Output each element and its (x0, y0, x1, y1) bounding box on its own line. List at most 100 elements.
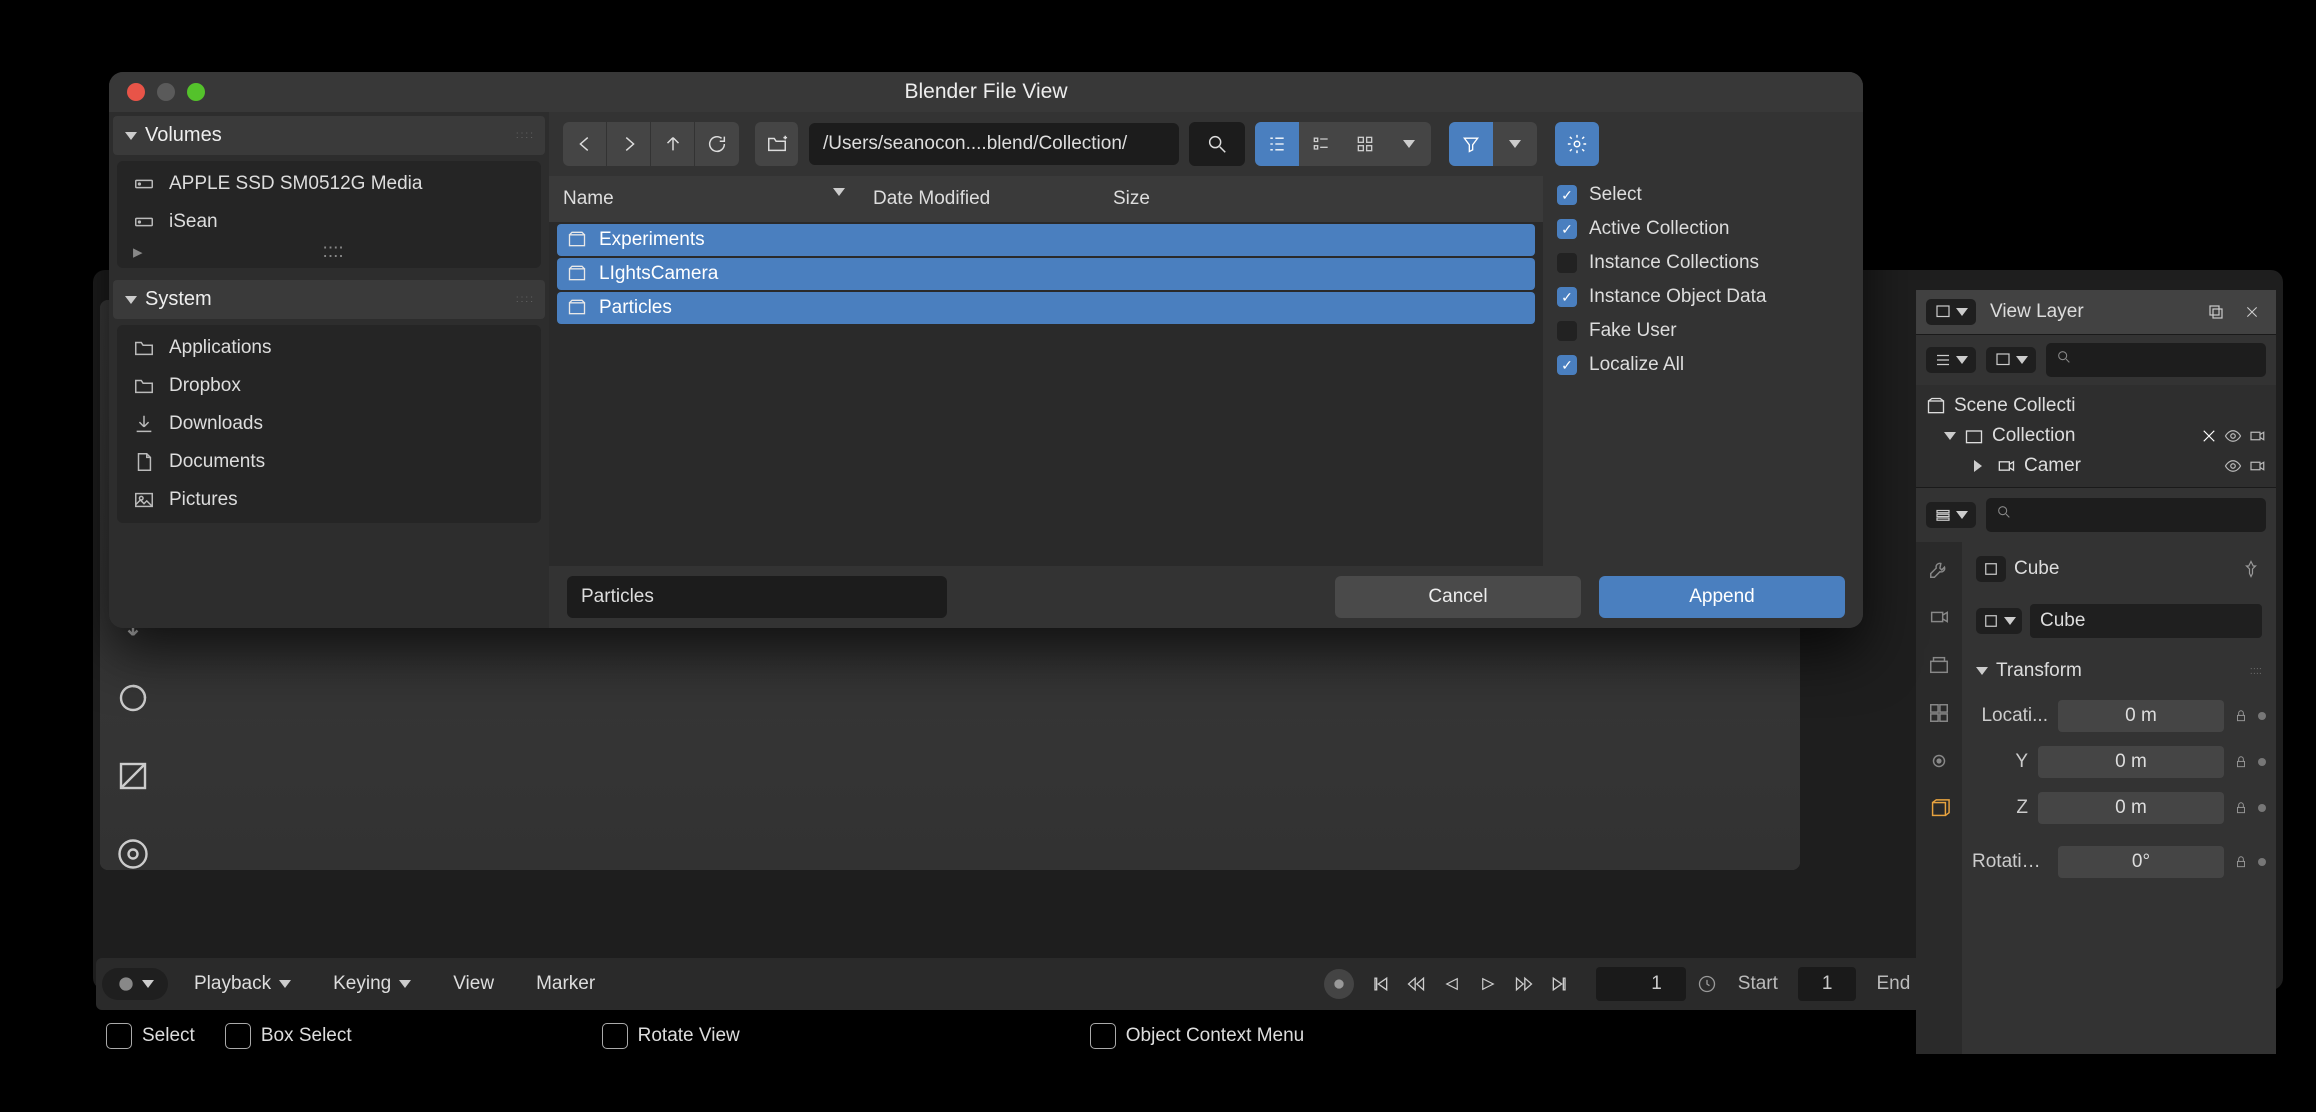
location-y-field[interactable]: 0 m (2038, 746, 2224, 778)
volumes-header[interactable]: Volumes:::: (113, 116, 545, 155)
checkbox-instance-collections[interactable]: Instance Collections (1557, 252, 1849, 274)
properties-header (1916, 487, 2276, 542)
view-options-dropdown-icon[interactable] (1387, 122, 1431, 166)
y-label: Y (1972, 751, 2032, 773)
titlebar[interactable]: Blender File View (109, 72, 1863, 112)
window-title: Blender File View (109, 80, 1863, 104)
current-frame-field[interactable]: 1 (1596, 967, 1686, 1001)
document-icon (131, 449, 157, 475)
pin-icon[interactable] (2240, 558, 2262, 580)
collection-row[interactable]: Collection (1920, 421, 2272, 451)
cancel-button[interactable]: Cancel (1335, 576, 1581, 618)
jump-start-icon[interactable] (1364, 968, 1396, 1000)
filter-icon[interactable] (1449, 122, 1493, 166)
system-header[interactable]: System:::: (113, 280, 545, 319)
auto-keying-toggle[interactable] (1324, 969, 1354, 999)
new-folder-icon[interactable] (755, 122, 799, 166)
clock-icon[interactable] (1696, 973, 1718, 995)
sidebar-system-item[interactable]: Applications (121, 329, 537, 367)
checkbox-select[interactable]: ✓Select (1557, 184, 1849, 206)
append-button[interactable]: Append (1599, 576, 1845, 618)
remove-view-layer-icon[interactable] (2238, 298, 2266, 326)
transform-tool-icon[interactable] (103, 824, 163, 884)
column-name-header[interactable]: Name (549, 182, 859, 216)
tab-world-icon[interactable] (1922, 744, 1956, 778)
sidebar-volume-item[interactable]: iSean (121, 203, 537, 241)
sidebar-system-item[interactable]: Documents (121, 443, 537, 481)
file-row[interactable]: Particles (557, 292, 1535, 324)
outliner-search-input[interactable] (2046, 343, 2266, 377)
rotate-tool-icon[interactable] (103, 668, 163, 728)
end-label: End (1866, 973, 1920, 995)
filename-input[interactable]: Particles (567, 576, 947, 618)
outliner-mode-dropdown[interactable] (1926, 299, 1976, 325)
settings-gear-icon[interactable] (1555, 122, 1599, 166)
lock-icon[interactable] (2230, 705, 2252, 727)
datablock-icon[interactable] (1976, 556, 2006, 582)
view-list-icon[interactable] (1255, 122, 1299, 166)
sidebar-system-item[interactable]: Dropbox (121, 367, 537, 405)
checkbox-fake-user[interactable]: Fake User (1557, 320, 1849, 342)
folder-icon (131, 335, 157, 361)
keyframe-next-icon[interactable] (1508, 968, 1540, 1000)
column-date-header[interactable]: Date Modified (859, 182, 1099, 216)
properties-panel: Cube Cube Transform:::: Locati...0 m Y0 … (1962, 542, 2276, 1054)
status-rotate: Rotate View (602, 1023, 740, 1049)
jump-end-icon[interactable] (1544, 968, 1576, 1000)
sidebar-volume-item[interactable]: APPLE SSD SM0512G Media (121, 165, 537, 203)
filter-dropdown-icon[interactable] (1493, 122, 1537, 166)
view-detail-icon[interactable] (1299, 122, 1343, 166)
status-box-select: Box Select (225, 1023, 352, 1049)
lock-icon[interactable] (2230, 851, 2252, 873)
sidebar-system-item[interactable]: Pictures (121, 481, 537, 519)
lock-icon[interactable] (2230, 751, 2252, 773)
checkbox-localize-all[interactable]: ✓Localize All (1557, 354, 1849, 376)
camera-row[interactable]: Camer (1920, 451, 2272, 481)
sidebar-system-item[interactable]: Downloads (121, 405, 537, 443)
transport-controls (1364, 968, 1576, 1000)
object-name-field[interactable]: Cube (2030, 604, 2262, 638)
file-row[interactable]: LIghtsCamera (557, 258, 1535, 290)
outliner-display-dropdown[interactable] (1926, 347, 1976, 373)
object-type-dropdown[interactable] (1976, 608, 2022, 634)
new-view-layer-icon[interactable] (2202, 298, 2230, 326)
properties-search-input[interactable] (1986, 498, 2266, 532)
location-z-field[interactable]: 0 m (2038, 792, 2224, 824)
transform-panel-header[interactable]: Transform:::: (1972, 654, 2266, 688)
properties-mode-dropdown[interactable] (1926, 502, 1976, 528)
play-reverse-icon[interactable] (1436, 968, 1468, 1000)
tab-output-icon[interactable] (1922, 648, 1956, 682)
scale-tool-icon[interactable] (103, 746, 163, 806)
column-size-header[interactable]: Size (1099, 182, 1229, 216)
checkbox-active-collection[interactable]: ✓Active Collection (1557, 218, 1849, 240)
tab-tool-icon[interactable] (1922, 552, 1956, 586)
nav-up-icon[interactable] (651, 122, 695, 166)
timeline-mode-dropdown[interactable] (102, 968, 168, 1000)
append-options: ✓Select ✓Active Collection Instance Coll… (1543, 176, 1863, 566)
view-grid-icon[interactable] (1343, 122, 1387, 166)
marker-menu[interactable]: Marker (520, 967, 611, 1001)
nav-refresh-icon[interactable] (695, 122, 739, 166)
view-menu[interactable]: View (437, 967, 510, 1001)
play-icon[interactable] (1472, 968, 1504, 1000)
drive-icon (131, 209, 157, 235)
path-input[interactable]: /Users/seanocon....blend/Collection/ (809, 123, 1179, 165)
rotation-x-field[interactable]: 0° (2058, 846, 2224, 878)
playback-menu[interactable]: Playback (178, 967, 307, 1001)
checkbox-instance-object-data[interactable]: ✓Instance Object Data (1557, 286, 1849, 308)
keying-menu[interactable]: Keying (317, 967, 427, 1001)
search-icon[interactable] (1189, 122, 1245, 166)
scene-collection-row[interactable]: Scene Collecti (1920, 391, 2272, 421)
start-frame-field[interactable]: 1 (1798, 967, 1857, 1001)
tab-object-icon[interactable] (1922, 792, 1956, 826)
tab-viewlayer-icon[interactable] (1922, 696, 1956, 730)
nav-forward-icon[interactable] (607, 122, 651, 166)
tab-render-icon[interactable] (1922, 600, 1956, 634)
breadcrumb: Cube (2014, 558, 2059, 580)
nav-back-icon[interactable] (563, 122, 607, 166)
lock-icon[interactable] (2230, 797, 2252, 819)
file-row[interactable]: Experiments (557, 224, 1535, 256)
location-x-field[interactable]: 0 m (2058, 700, 2224, 732)
outliner-filter-dropdown[interactable] (1986, 347, 2036, 373)
keyframe-prev-icon[interactable] (1400, 968, 1432, 1000)
